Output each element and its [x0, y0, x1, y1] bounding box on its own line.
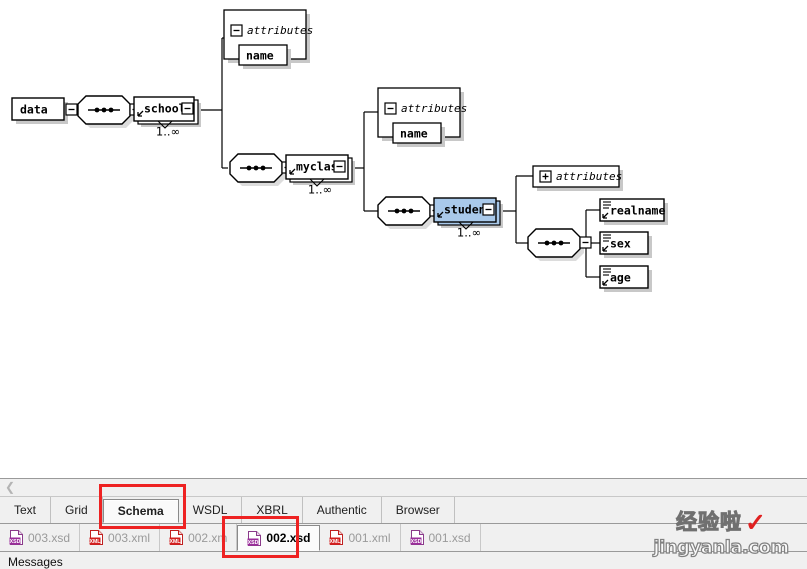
file-tab-003-xml-label: 003.xml: [108, 530, 151, 545]
tab-xbrl[interactable]: XBRL: [242, 497, 303, 523]
node-student[interactable]: student 1..∞: [433, 197, 503, 240]
tab-browser[interactable]: Browser: [381, 497, 455, 523]
node-sex[interactable]: sex: [599, 231, 652, 258]
node-realname-label: realname: [610, 204, 665, 218]
attributes-box-title-1: attributes: [247, 24, 313, 37]
tab-xbrl-label: XBRL: [256, 503, 288, 517]
node-data-label: data: [20, 103, 48, 117]
tab-authentic[interactable]: Authentic: [302, 497, 382, 523]
tab-schema-label: Schema: [117, 504, 164, 518]
attributes-box-myclass[interactable]: attributes name: [377, 87, 467, 147]
messages-bar: Messages: [0, 552, 807, 569]
attributes-box-title-3: attributes: [556, 170, 622, 183]
xml-file-icon: XML: [329, 530, 344, 545]
tab-scroll-row: ❮: [0, 479, 807, 497]
file-tab-002-xml-label: 002.xm: [188, 530, 228, 545]
tab-authentic-label: Authentic: [316, 503, 367, 517]
node-school[interactable]: school 1..∞: [133, 96, 201, 139]
node-realname[interactable]: realname: [599, 198, 668, 225]
node-myclass-occurrence: 1..∞: [308, 183, 332, 197]
node-student-occurrence: 1..∞: [457, 226, 481, 240]
chevron-left-icon[interactable]: ❮: [5, 480, 15, 495]
svg-text:XSD: XSD: [10, 539, 21, 545]
file-tab-002-xsd-label: 002.xsd: [266, 531, 311, 545]
tab-browser-label: Browser: [395, 503, 440, 517]
attributes-expand-toggle-3[interactable]: [539, 170, 552, 183]
node-school-occurrence: 1..∞: [156, 125, 180, 139]
node-age[interactable]: age: [599, 265, 652, 292]
tab-wsdl-label: WSDL: [192, 503, 228, 517]
file-tab-001-xml-label: 001.xml: [348, 530, 391, 545]
view-tab-bar: Text Grid Schema WSDL XBRL Authentic Bro…: [0, 497, 807, 524]
tab-text[interactable]: Text: [0, 497, 52, 523]
file-tab-001-xsd[interactable]: XSD 001.xsd: [400, 524, 481, 551]
attributes-collapse-toggle-1[interactable]: [230, 24, 243, 37]
attributes-box-title-2: attributes: [401, 102, 467, 115]
tab-grid[interactable]: Grid: [51, 497, 103, 523]
file-tab-002-xsd[interactable]: XSD 002.xsd: [237, 525, 321, 551]
attributes-box-school[interactable]: attributes name: [223, 9, 313, 69]
compositor-sequence-2[interactable]: [229, 153, 294, 186]
node-sex-label: sex: [610, 237, 631, 251]
tab-grid-label: Grid: [65, 503, 88, 517]
svg-text:XML: XML: [90, 539, 102, 545]
node-age-label: age: [610, 271, 631, 285]
tab-text-label: Text: [14, 503, 37, 517]
tab-wsdl[interactable]: WSDL: [178, 497, 243, 523]
svg-text:XML: XML: [330, 539, 342, 545]
compositor-sequence-1[interactable]: [77, 95, 142, 128]
file-tab-003-xml[interactable]: XML 003.xml: [80, 524, 161, 551]
bottom-panel: ❮ Text Grid Schema WSDL XBRL Authentic B…: [0, 478, 807, 569]
compositor-sequence-4[interactable]: [527, 228, 592, 261]
attributes-box-student[interactable]: attributes: [532, 165, 623, 191]
attribute-item-label-2: name: [400, 127, 428, 141]
node-data[interactable]: data: [11, 97, 78, 124]
xsd-file-icon: XSD: [247, 530, 262, 546]
xsd-file-icon: XSD: [410, 530, 425, 545]
node-myclass[interactable]: myclass 1..∞: [285, 154, 355, 197]
schema-diagram-canvas[interactable]: attributes name attributes name attribut…: [0, 0, 807, 478]
xml-file-icon: XML: [89, 530, 104, 545]
attribute-item-label-1: name: [246, 49, 274, 63]
messages-label: Messages: [8, 555, 63, 569]
svg-text:XSD: XSD: [410, 539, 421, 545]
xml-file-icon: XML: [169, 530, 184, 545]
file-tab-bar: XSD 003.xsd XML 003.xml XML 002.xm XSD 0…: [0, 524, 807, 552]
compositor-sequence-3[interactable]: [377, 196, 442, 229]
xsd-file-icon: XSD: [9, 530, 24, 545]
xmlspy-schema-window: attributes name attributes name attribut…: [0, 0, 807, 569]
attributes-collapse-toggle-2[interactable]: [384, 102, 397, 115]
node-school-label: school: [144, 102, 186, 116]
file-tab-003-xsd-label: 003.xsd: [28, 530, 71, 545]
svg-text:XSD: XSD: [248, 540, 259, 546]
file-tab-001-xml[interactable]: XML 001.xml: [320, 524, 401, 551]
svg-text:XML: XML: [170, 539, 182, 545]
file-tab-001-xsd-label: 001.xsd: [428, 530, 471, 545]
file-tab-002-xml[interactable]: XML 002.xm: [160, 524, 238, 551]
tab-schema[interactable]: Schema: [102, 499, 179, 523]
file-tab-003-xsd[interactable]: XSD 003.xsd: [0, 524, 81, 551]
